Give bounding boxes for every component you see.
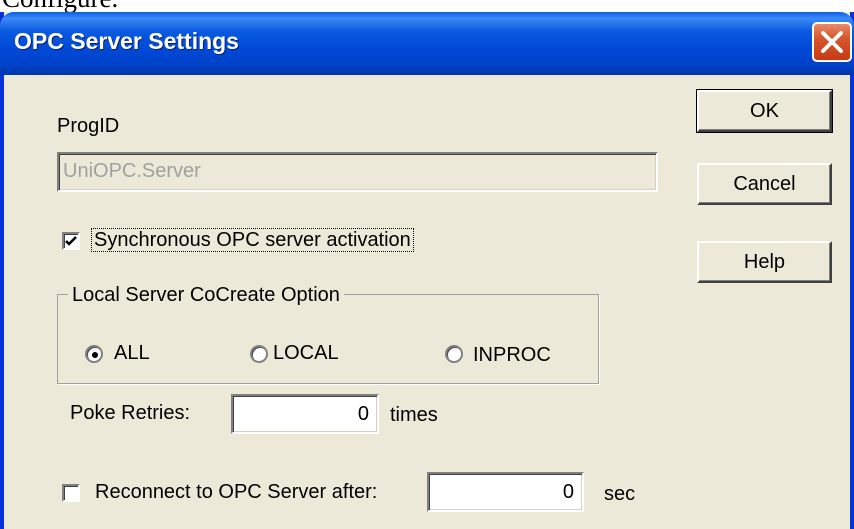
progid-label: ProgID (57, 115, 120, 137)
checkmark-icon (65, 236, 77, 246)
poke-retries-unit: times (390, 404, 438, 426)
window-title: OPC Server Settings (14, 28, 239, 54)
radio-all[interactable] (85, 345, 103, 363)
radio-inproc[interactable] (445, 345, 463, 363)
cancel-button[interactable]: Cancel (697, 163, 832, 205)
ok-button[interactable]: OK (696, 89, 833, 133)
sync-activation-label[interactable]: Synchronous OPC server activation (91, 228, 414, 252)
close-icon (821, 31, 843, 53)
poke-retries-input[interactable]: 0 (231, 394, 379, 434)
reconnect-input[interactable]: 0 (427, 472, 584, 512)
checkbox-box[interactable] (62, 484, 80, 502)
close-button[interactable] (812, 22, 852, 62)
focus-rectangle: Synchronous OPC server activation (91, 228, 414, 252)
radio-all-label[interactable]: ALL (114, 342, 150, 365)
cocreate-groupbox (57, 294, 599, 384)
sync-activation-checkbox[interactable] (62, 232, 80, 250)
help-button[interactable]: Help (697, 241, 832, 283)
reconnect-unit: sec (604, 483, 636, 505)
radio-local[interactable] (250, 345, 268, 363)
cocreate-group-title: Local Server CoCreate Option (68, 284, 344, 307)
radio-circle[interactable] (85, 345, 103, 363)
radio-local-label[interactable]: LOCAL (273, 342, 339, 365)
radio-circle[interactable] (250, 345, 268, 363)
radio-circle[interactable] (445, 345, 463, 363)
radio-inproc-label[interactable]: INPROC (473, 344, 551, 367)
reconnect-checkbox[interactable] (62, 484, 80, 502)
checkbox-box[interactable] (62, 232, 80, 250)
radio-selected-dot (92, 352, 98, 358)
reconnect-label[interactable]: Reconnect to OPC Server after: (95, 481, 377, 504)
progid-field: UniOPC.Server (57, 152, 658, 192)
poke-retries-label: Poke Retries: (70, 402, 191, 424)
